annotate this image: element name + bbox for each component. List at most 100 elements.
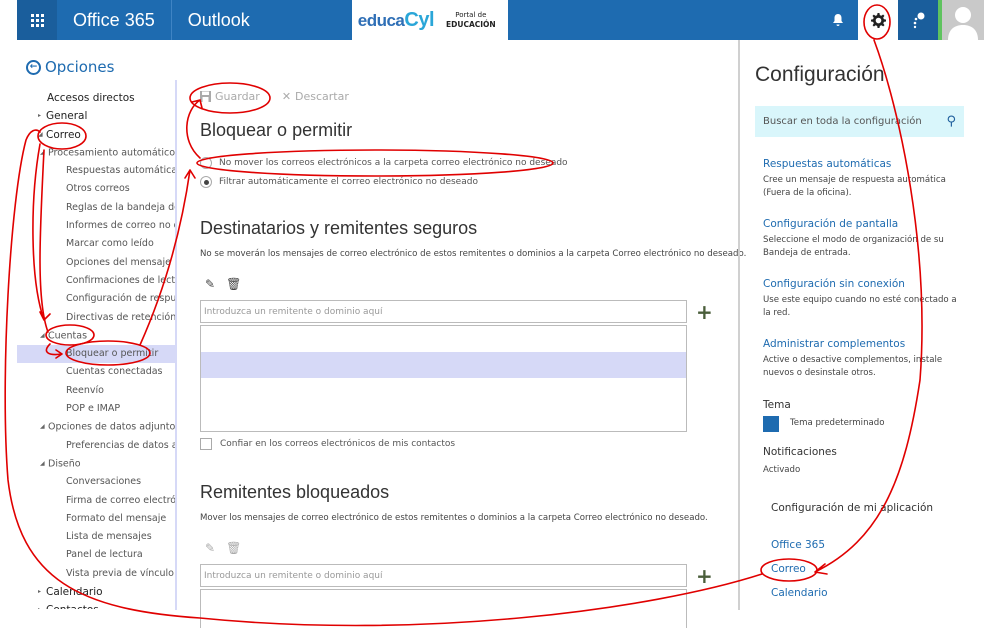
nav-item-vista-previa-de-vinculo[interactable]: Vista previa de vínculo [17,565,175,583]
help-icon [913,12,925,29]
app-settings-office365-link[interactable]: Office 365 [771,539,825,551]
outlook-app-title[interactable]: Outlook [172,0,352,40]
top-bar: Office 365 Outlook educaCyl Portal de ED… [17,0,984,40]
nav-item-informes-de-correo-no-deseado[interactable]: Informes de correo no deseado [17,217,175,235]
collapse-arrow-icon[interactable]: ◢ [40,455,48,473]
safe-sender-input[interactable] [200,300,687,323]
safe-senders-description: No se moverán los mensajes de correo ele… [200,249,747,259]
help-button[interactable] [898,0,938,40]
nav-item-opciones-del-mensaje[interactable]: Opciones del mensaje [17,254,175,272]
nav-item-directivas-de-retencion[interactable]: Directivas de retención [17,309,175,327]
display-settings-link[interactable]: Configuración de pantalla [763,218,898,230]
back-to-options-link[interactable]: ← Opciones [26,58,114,76]
avatar-icon [948,7,978,40]
blocked-senders-list[interactable] [200,589,687,628]
discard-button[interactable]: ✕ Descartar [282,90,349,103]
radio-button-auto-filter[interactable] [200,176,212,188]
list-item[interactable] [201,326,686,352]
close-icon: ✕ [281,90,292,103]
office365-brand[interactable]: Office 365 [57,0,172,40]
settings-search-box[interactable]: ⚲ [755,106,964,137]
settings-button[interactable] [858,0,898,40]
blocked-sender-input[interactable] [200,564,687,587]
nav-item-contactos[interactable]: ▸Contactos [17,601,175,609]
safe-senders-list[interactable] [200,325,687,432]
nav-item-label: Otros correos [66,183,130,195]
theme-swatch[interactable] [763,416,779,432]
collapse-arrow-icon[interactable]: ◢ [40,418,48,436]
nav-item-general[interactable]: ▸ General [17,107,175,125]
expand-arrow-icon[interactable]: ▸ [38,583,46,601]
app-settings-mail-link[interactable]: Correo [771,563,806,575]
nav-item-label: Configuración de respuesta [66,293,175,305]
notifications-label: Notificaciones [763,446,837,458]
radio-no-move[interactable]: No mover los correos electrónicos a la c… [200,157,568,169]
nav-item-cuentas-conectadas[interactable]: Cuentas conectadas [17,363,175,381]
add-blocked-sender-button[interactable]: + [696,564,713,588]
nav-item-label: Opciones del mensaje [66,256,171,268]
nav-item-configuracion-de-respuesta[interactable]: Configuración de respuesta [17,290,175,308]
discard-label: Descartar [295,90,349,103]
search-icon[interactable]: ⚲ [946,114,956,129]
nav-item-lista-de-mensajes[interactable]: Lista de mensajes [17,528,175,546]
radio-auto-filter[interactable]: Filtrar automáticamente el correo electr… [200,176,478,188]
nav-item-firma-de-correo-electronico[interactable]: Firma de correo electrónico [17,492,175,510]
nav-item-label: Procesamiento automático [48,147,175,159]
notifications-value[interactable]: Activado [763,465,800,475]
collapse-arrow-icon[interactable]: ◢ [38,126,46,144]
nav-item-respuestas-automaticas[interactable]: Respuestas automáticas [17,162,175,180]
nav-item-label: Formato del mensaje [66,512,167,524]
nav-item-calendario[interactable]: ▸ Calendario [17,583,175,601]
nav-item-pop-e-imap[interactable]: POP e IMAP [17,400,175,418]
nav-item-bloquear-o-permitir[interactable]: Bloquear o permitir [17,345,175,364]
nav-item-otros-correos[interactable]: Otros correos [17,180,175,198]
edit-pencil-icon[interactable]: ✎ [205,541,215,555]
edit-pencil-icon[interactable]: ✎ [205,277,215,291]
expand-arrow-icon[interactable]: ▸ [38,107,46,125]
auto-replies-link[interactable]: Respuestas automáticas [763,158,891,170]
options-nav-tree: Accesos directos ▸ General ◢ Correo ◢ Procesam… [17,89,175,609]
manage-addins-link[interactable]: Administrar complementos [763,338,905,350]
expand-arrow-icon[interactable]: ▸ [38,601,46,609]
nav-item-label: Contactos [46,604,99,609]
blocked-senders-title: Remitentes bloqueados [200,482,390,502]
trust-contacts-checkbox[interactable] [200,438,212,450]
offline-settings-link[interactable]: Configuración sin conexión [763,278,905,290]
nav-item-reenvio[interactable]: Reenvío [17,382,175,400]
trash-icon[interactable]: 🗑 [226,277,241,291]
collapse-arrow-icon[interactable]: ◢ [40,144,48,162]
trust-contacts-option[interactable]: Confiar en los correos electrónicos de m… [200,438,455,450]
nav-item-opciones-de-datos-adjuntos[interactable]: ◢ Opciones de datos adjuntos [17,418,175,436]
block-or-allow-pane: Guardar ✕ Descartar Bloquear o permitir … [177,80,746,628]
trash-icon[interactable]: 🗑 [226,541,241,555]
nav-item-label: General [46,110,88,123]
radio-button-no-move[interactable] [200,157,212,169]
nav-item-conversaciones[interactable]: Conversaciones [17,473,175,491]
notifications-button[interactable] [818,0,858,40]
nav-item-marcar-como-leido[interactable]: Marcar como leído [17,235,175,253]
nav-item-panel-de-lectura[interactable]: Panel de lectura [17,546,175,564]
save-label: Guardar [215,90,260,103]
nav-item-reglas-de-la-bandeja-de-entrada[interactable]: Reglas de la bandeja de entrada [17,199,175,217]
nav-item-cuentas[interactable]: ◢ Cuentas [17,327,175,345]
settings-search-input[interactable] [763,116,933,127]
nav-item-accesos-directos[interactable]: Accesos directos [17,89,175,107]
app-launcher-button[interactable] [17,0,57,40]
nav-item-preferencias-de-datos-adjuntos[interactable]: Preferencias de datos adjuntos [17,437,175,455]
app-settings-calendar-link[interactable]: Calendario [771,587,828,599]
nav-item-label: Directivas de retención [66,311,175,323]
add-safe-sender-button[interactable]: + [696,300,713,324]
avatar[interactable] [942,0,984,40]
collapse-arrow-icon[interactable]: ◢ [40,327,48,345]
nav-item-confirmaciones-de-lectura[interactable]: Confirmaciones de lectura [17,272,175,290]
save-button[interactable]: Guardar [200,90,260,103]
blocked-senders-toolbar: ✎ 🗑 [205,541,241,555]
nav-item-label: Conversaciones [66,476,142,488]
nav-item-diseno[interactable]: ◢ Diseño [17,455,175,473]
nav-item-correo[interactable]: ◢ Correo [17,126,175,144]
app-launcher-icon [30,13,44,27]
theme-value[interactable]: Tema predeterminado [790,418,885,428]
nav-item-procesamiento-automatico[interactable]: ◢ Procesamiento automático [17,144,175,162]
list-item[interactable] [201,352,686,378]
nav-item-formato-del-mensaje[interactable]: Formato del mensaje [17,510,175,528]
